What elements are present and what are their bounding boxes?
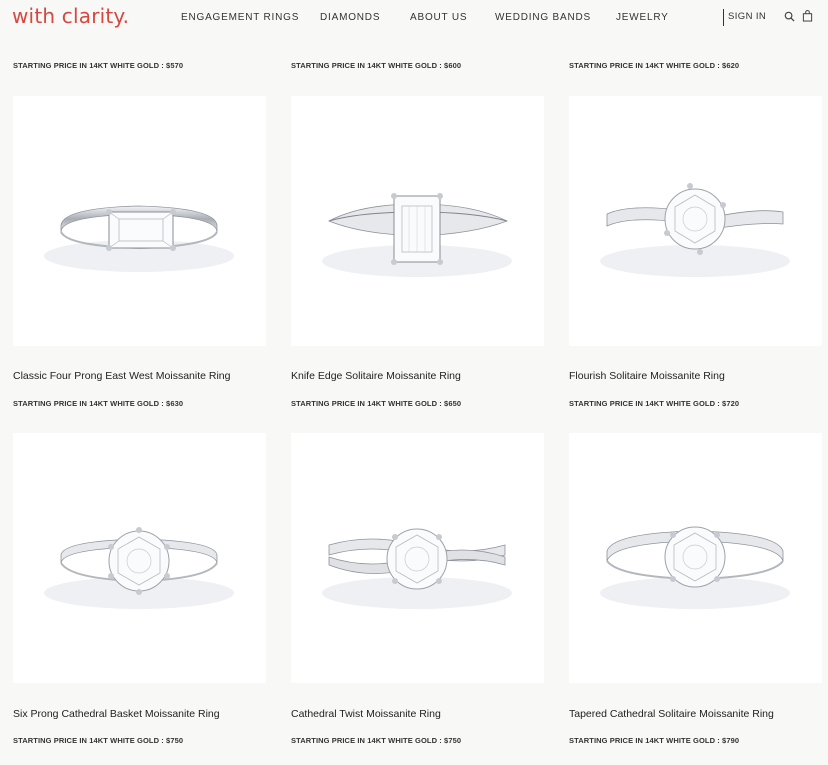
product-image[interactable] <box>291 433 544 683</box>
product-image[interactable] <box>569 433 822 683</box>
product-price: STARTING PRICE IN 14KT WHITE GOLD : $600 <box>291 61 462 70</box>
product-image[interactable] <box>13 96 266 346</box>
product-name[interactable]: Classic Four Prong East West Moissanite … <box>13 370 230 382</box>
nav-wedding-bands[interactable]: WEDDING BANDS <box>495 12 591 23</box>
search-icon[interactable] <box>784 11 795 22</box>
ring-twist-image <box>322 528 512 609</box>
product-image[interactable] <box>13 433 266 683</box>
product-name[interactable]: Six Prong Cathedral Basket Moissanite Ri… <box>13 708 220 720</box>
product-price: STARTING PRICE IN 14KT WHITE GOLD : $750 <box>13 736 184 745</box>
product-price: STARTING PRICE IN 14KT WHITE GOLD : $720 <box>569 399 740 408</box>
product-image[interactable] <box>291 96 544 346</box>
nav-diamonds[interactable]: DIAMONDS <box>320 12 380 23</box>
product-name[interactable]: Knife Edge Solitaire Moissanite Ring <box>291 370 461 382</box>
product-price: STARTING PRICE IN 14KT WHITE GOLD : $650 <box>291 399 462 408</box>
ring-knife-edge-image <box>322 193 512 277</box>
product-price: STARTING PRICE IN 14KT WHITE GOLD : $620 <box>569 61 740 70</box>
logo[interactable]: with clarity. <box>12 4 129 28</box>
product-name[interactable]: Cathedral Twist Moissanite Ring <box>291 708 441 720</box>
site-header: with clarity. ENGAGEMENT RINGS DIAMONDS … <box>0 0 828 40</box>
product-price: STARTING PRICE IN 14KT WHITE GOLD : $630 <box>13 399 184 408</box>
nav-jewelry[interactable]: JEWELRY <box>616 12 669 23</box>
product-price: STARTING PRICE IN 14KT WHITE GOLD : $750 <box>291 736 462 745</box>
nav-divider <box>723 9 724 26</box>
ring-east-west-image <box>44 205 234 272</box>
product-price: STARTING PRICE IN 14KT WHITE GOLD : $790 <box>569 736 740 745</box>
product-name[interactable]: Tapered Cathedral Solitaire Moissanite R… <box>569 708 774 720</box>
product-price: STARTING PRICE IN 14KT WHITE GOLD : $570 <box>13 61 184 70</box>
bag-icon[interactable] <box>802 10 813 22</box>
ring-flourish-image <box>600 183 790 277</box>
product-image[interactable] <box>569 96 822 346</box>
nav-engagement-rings[interactable]: ENGAGEMENT RINGS <box>181 12 299 23</box>
nav-about-us[interactable]: ABOUT US <box>410 12 467 23</box>
ring-six-prong-image <box>44 527 234 609</box>
sign-in-link[interactable]: SIGN IN <box>728 11 766 22</box>
product-name[interactable]: Flourish Solitaire Moissanite Ring <box>569 370 725 382</box>
ring-tapered-image <box>600 526 790 609</box>
